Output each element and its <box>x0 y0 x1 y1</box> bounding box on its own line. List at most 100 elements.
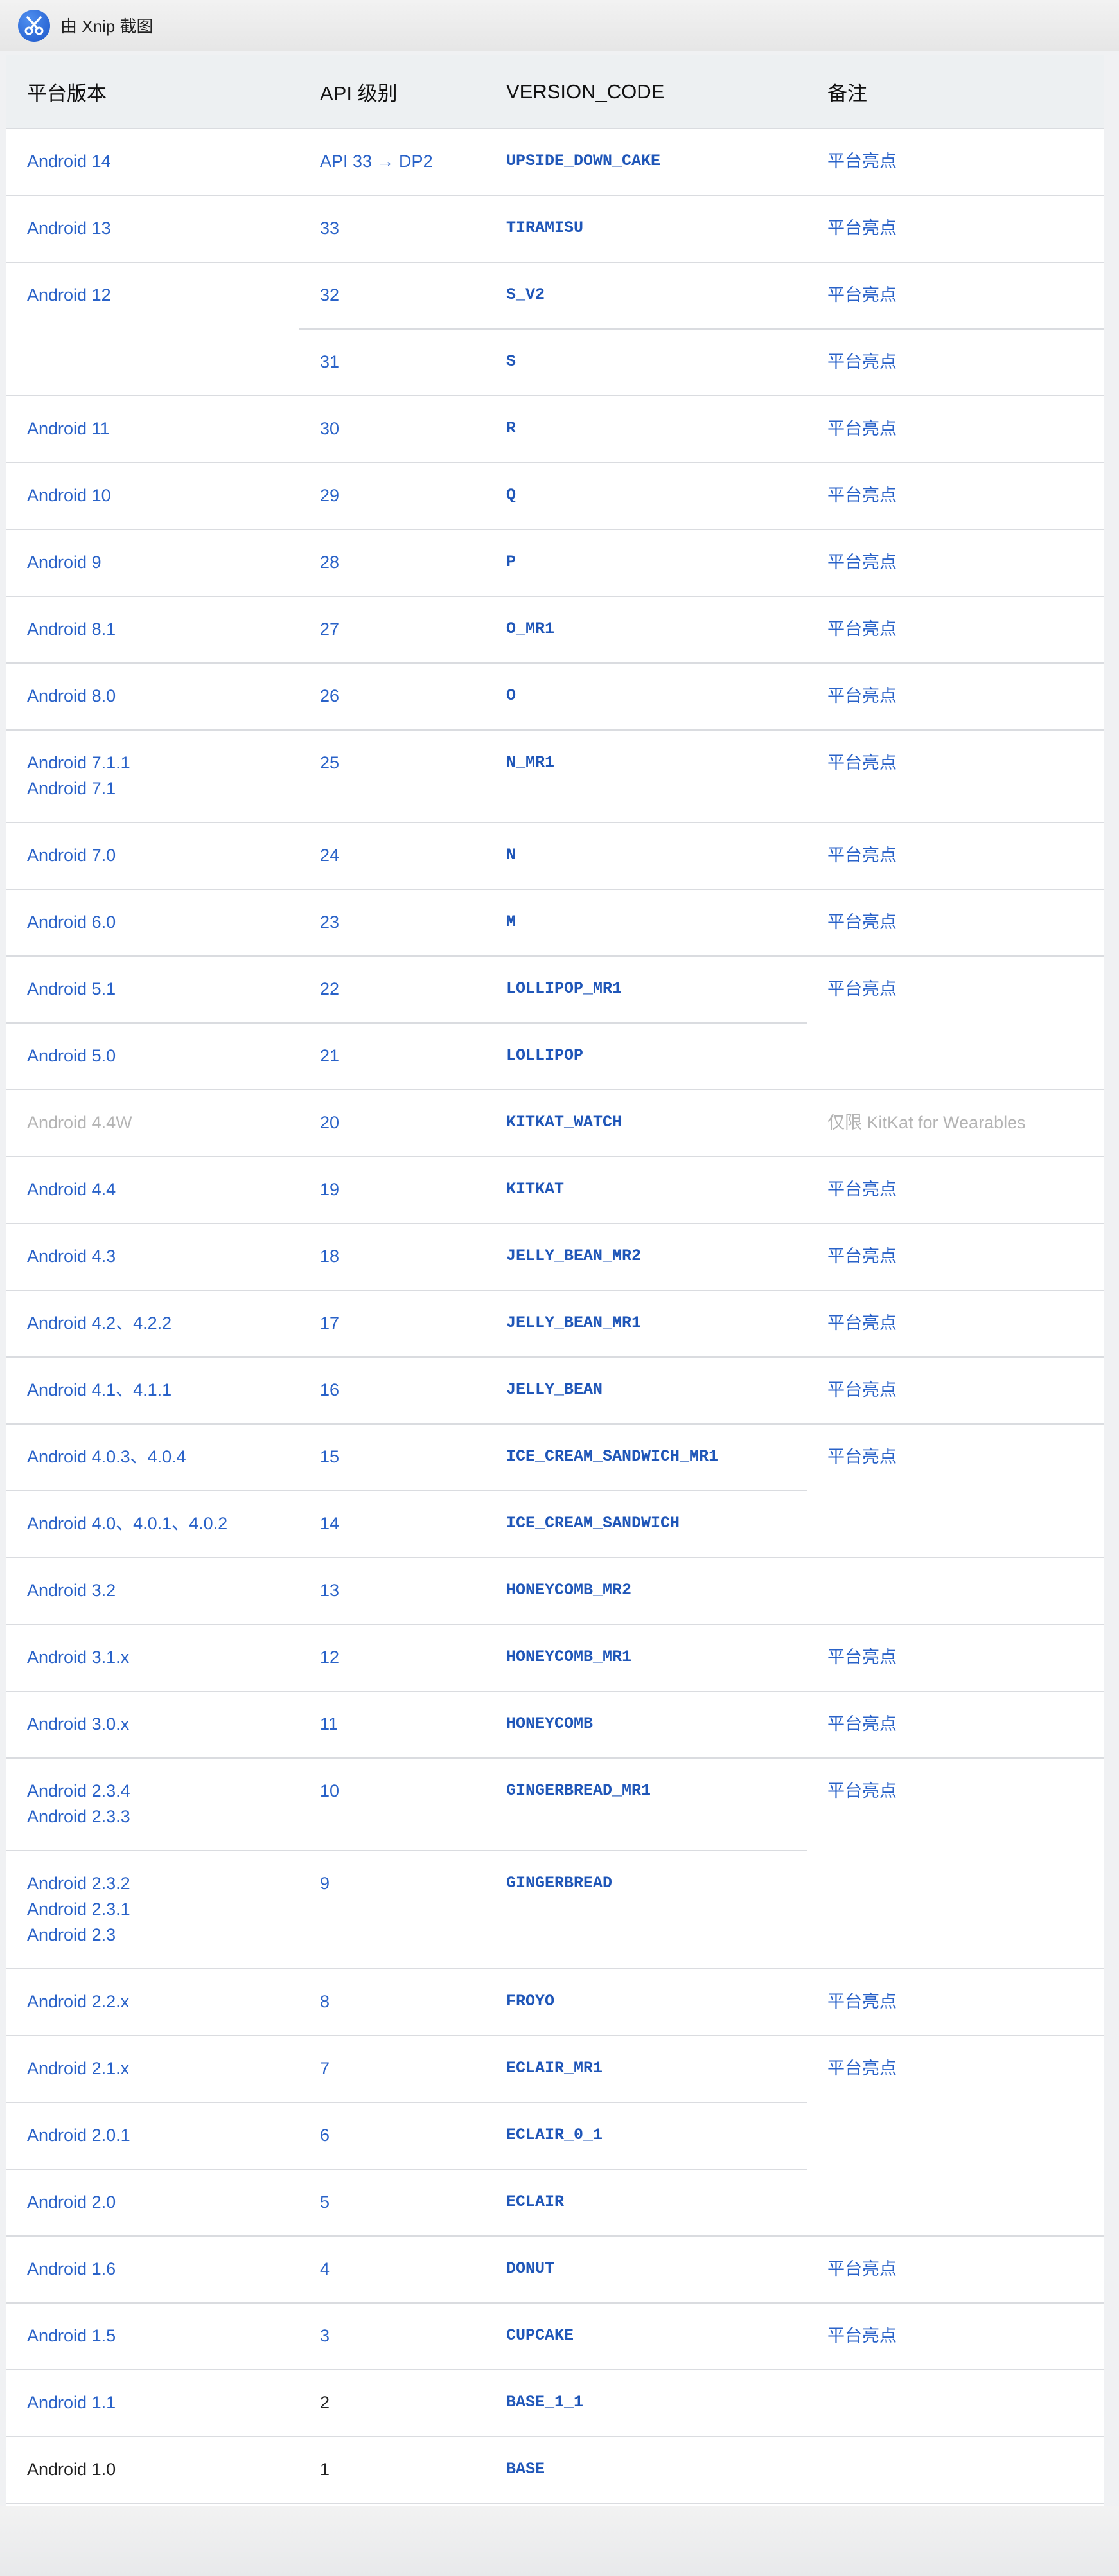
cell-api-level[interactable]: 30 <box>299 396 486 463</box>
cell-api-level[interactable]: 12 <box>299 1624 486 1692</box>
platform-version-link[interactable]: Android 4.3 <box>27 1243 299 1269</box>
cell-api-level[interactable]: 21 <box>299 1023 486 1090</box>
platform-version-link[interactable]: Android 2.3.3 <box>27 1804 299 1829</box>
platform-version-link[interactable]: Android 13 <box>27 215 299 241</box>
cell-api-level[interactable]: 11 <box>299 1691 486 1759</box>
platform-highlights-link[interactable]: 平台亮点 <box>827 486 897 505</box>
cell-api-level[interactable]: 17 <box>299 1290 486 1358</box>
platform-highlights-link[interactable]: 平台亮点 <box>827 686 897 706</box>
platform-version-link[interactable]: Android 14 <box>27 148 299 174</box>
platform-version-link[interactable]: Android 6.0 <box>27 909 299 935</box>
platform-version-link[interactable]: Android 2.1.x <box>27 2056 299 2081</box>
platform-version-link[interactable]: Android 2.2.x <box>27 1989 299 2014</box>
platform-version-link[interactable]: Android 3.2 <box>27 1577 299 1603</box>
platform-version-link[interactable]: Android 7.1 <box>27 776 299 801</box>
platform-highlights-link[interactable]: 平台亮点 <box>827 2259 897 2278</box>
platform-version-link[interactable]: Android 11 <box>27 416 299 441</box>
cell-api-level[interactable]: 15 <box>299 1424 486 1491</box>
cell-version-code: ECLAIR <box>486 2169 807 2237</box>
cell-api-level[interactable]: API 33 → DP2 <box>299 129 486 196</box>
cell-api-level[interactable]: 25 <box>299 730 486 823</box>
table-row: Android 3.0.x 11 HONEYCOMB 平台亮点 <box>6 1691 1104 1759</box>
cell-api-level[interactable]: 26 <box>299 663 486 731</box>
cell-api-level[interactable]: 24 <box>299 822 486 890</box>
platform-highlights-link[interactable]: 平台亮点 <box>827 979 897 999</box>
cell-api-level[interactable]: 22 <box>299 956 486 1024</box>
cell-api-level[interactable]: 33 <box>299 195 486 263</box>
platform-highlights-link[interactable]: 平台亮点 <box>827 912 897 932</box>
platform-version-link[interactable]: Android 4.0、4.0.1、4.0.2 <box>27 1511 299 1536</box>
platform-version-link[interactable]: Android 4.0.3、4.0.4 <box>27 1444 299 1470</box>
platform-version-link[interactable]: Android 3.0.x <box>27 1711 299 1737</box>
platform-version-link[interactable]: Android 2.0 <box>27 2189 299 2215</box>
cell-notes: 平台亮点 <box>807 329 1104 396</box>
platform-version-link[interactable]: Android 8.0 <box>27 683 299 709</box>
platform-highlights-link[interactable]: 平台亮点 <box>827 619 897 639</box>
platform-version-link[interactable]: Android 10 <box>27 483 299 508</box>
cell-api-level[interactable]: 9 <box>299 1851 486 1969</box>
platform-highlights-link[interactable]: 平台亮点 <box>827 1180 897 1199</box>
cell-api-level[interactable]: 5 <box>299 2169 486 2237</box>
cell-api-level[interactable]: 23 <box>299 889 486 957</box>
cell-api-level[interactable]: 18 <box>299 1223 486 1291</box>
cell-api-level[interactable]: 4 <box>299 2236 486 2304</box>
platform-highlights-link[interactable]: 平台亮点 <box>827 1380 897 1399</box>
cell-version-code: HONEYCOMB_MR1 <box>486 1624 807 1692</box>
platform-version-link[interactable]: Android 3.1.x <box>27 1644 299 1670</box>
cell-api-level[interactable]: 29 <box>299 463 486 530</box>
cell-api-level[interactable]: 16 <box>299 1357 486 1425</box>
platform-version-link[interactable]: Android 5.0 <box>27 1043 299 1069</box>
cell-api-level[interactable]: 8 <box>299 1969 486 2036</box>
platform-highlights-link[interactable]: 平台亮点 <box>827 1447 897 1466</box>
platform-highlights-link[interactable]: 平台亮点 <box>827 2059 897 2078</box>
platform-highlights-link[interactable]: 平台亮点 <box>827 352 897 371</box>
platform-highlights-link[interactable]: 平台亮点 <box>827 419 897 438</box>
platform-highlights-link[interactable]: 平台亮点 <box>827 285 897 305</box>
platform-version-link[interactable]: Android 4.2、4.2.2 <box>27 1310 299 1336</box>
platform-highlights-link[interactable]: 平台亮点 <box>827 553 897 572</box>
platform-version-link[interactable]: Android 2.3.2 <box>27 1870 299 1896</box>
platform-version-link[interactable]: Android 2.0.1 <box>27 2122 299 2148</box>
platform-version-link[interactable]: Android 4.4W <box>27 1110 299 1135</box>
cell-api-level[interactable]: 27 <box>299 596 486 664</box>
cell-api-level[interactable]: 7 <box>299 2036 486 2103</box>
platform-highlights-link[interactable]: 平台亮点 <box>827 1992 897 2011</box>
cell-version-code: TIRAMISU <box>486 195 807 263</box>
platform-highlights-link[interactable]: 平台亮点 <box>827 753 897 772</box>
cell-version-code: CUPCAKE <box>486 2303 807 2370</box>
platform-version-link[interactable]: Android 2.3.1 <box>27 1896 299 1922</box>
platform-version-link[interactable]: Android 7.0 <box>27 842 299 868</box>
cell-api-level[interactable]: 10 <box>299 1758 486 1851</box>
platform-version-link[interactable]: Android 8.1 <box>27 616 299 642</box>
platform-version-link[interactable]: Android 9 <box>27 549 299 575</box>
cell-api-level[interactable]: 13 <box>299 1558 486 1625</box>
platform-highlights-link[interactable]: 平台亮点 <box>827 152 897 171</box>
cell-api-level[interactable]: 6 <box>299 2102 486 2170</box>
platform-version-link[interactable]: Android 4.4 <box>27 1177 299 1202</box>
platform-version-link[interactable]: Android 12 <box>27 282 299 308</box>
cell-api-level[interactable]: 31 <box>299 329 486 396</box>
cell-api-level[interactable]: 20 <box>299 1090 486 1157</box>
cell-api-level[interactable]: 32 <box>299 262 486 330</box>
cell-api-level[interactable]: 28 <box>299 529 486 597</box>
platform-version-link[interactable]: Android 4.1、4.1.1 <box>27 1377 299 1403</box>
platform-version-link[interactable]: Android 2.3 <box>27 1922 299 1948</box>
cell-api-level[interactable]: 3 <box>299 2303 486 2370</box>
cell-api-level[interactable]: 19 <box>299 1157 486 1224</box>
platform-version-link[interactable]: Android 2.3.4 <box>27 1778 299 1804</box>
platform-highlights-link[interactable]: 平台亮点 <box>827 218 897 238</box>
platform-version-link[interactable]: Android 1.6 <box>27 2256 299 2282</box>
platform-version-link[interactable]: Android 5.1 <box>27 976 299 1002</box>
platform-highlights-link[interactable]: 平台亮点 <box>827 1781 897 1800</box>
platform-highlights-link[interactable]: 平台亮点 <box>827 2326 897 2345</box>
platform-version-link[interactable]: Android 1.5 <box>27 2323 299 2349</box>
platform-highlights-link[interactable]: 平台亮点 <box>827 1313 897 1333</box>
platform-highlights-link[interactable]: 平台亮点 <box>827 846 897 865</box>
platform-highlights-link[interactable]: 平台亮点 <box>827 1714 897 1734</box>
platform-version-link[interactable]: Android 7.1.1 <box>27 750 299 776</box>
platform-highlights-link[interactable]: 平台亮点 <box>827 1648 897 1667</box>
platform-version-link[interactable]: Android 1.1 <box>27 2390 299 2415</box>
cell-api-level[interactable]: 14 <box>299 1491 486 1558</box>
platform-highlights-link[interactable]: 平台亮点 <box>827 1247 897 1266</box>
table-row: Android 4.0.3、4.0.4 15 ICE_CREAM_SANDWICH_… <box>6 1424 1104 1558</box>
